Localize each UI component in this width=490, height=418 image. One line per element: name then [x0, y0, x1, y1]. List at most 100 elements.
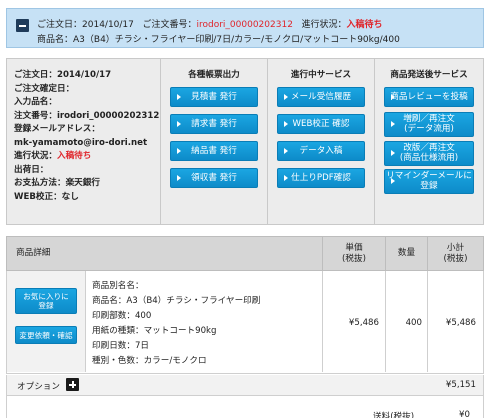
- status-badge: 入稿待ち: [346, 20, 383, 30]
- info-submitter: 入力品名：: [14, 97, 57, 107]
- th-detail-label: 商品詳細: [16, 248, 51, 258]
- info-confirm-date: ご注文確定日：: [14, 83, 75, 94]
- web-proof-button[interactable]: WEB校正 確認: [277, 114, 365, 134]
- arrow-right-icon: [391, 150, 395, 156]
- change-request-label: 変更依頼・確認: [19, 330, 73, 340]
- receipt-button-label: 領収書 発行: [191, 173, 237, 183]
- arrow-right-icon: [177, 94, 181, 100]
- info-web-proof: WEB校正：なし: [14, 191, 79, 202]
- order-header-line2: 商品名：A3（B4）チラシ・フライヤー印刷/7日/カラー/モノクロ/マットコート…: [37, 32, 400, 45]
- info-order-no: 注文番号：irodori_00000202312: [14, 110, 160, 121]
- order-header-line1: ご注文日：2014/10/17 ご注文番号：irodori_0000020231…: [37, 17, 383, 30]
- shipping-row: 送料(税抜) ¥0: [6, 396, 484, 418]
- th-unit-price: 単価 (税抜): [323, 237, 385, 270]
- order-header-bar: ご注文日：2014/10/17 ご注文番号：irodori_0000020231…: [6, 8, 484, 48]
- arrow-right-icon: [391, 94, 395, 100]
- estimate-button-label: 見積書 発行: [191, 92, 237, 102]
- arrow-right-icon: [391, 178, 395, 184]
- reprint-data-button[interactable]: 増刷／再注文 (データ流用): [384, 112, 474, 137]
- info-order-date: ご注文日：2014/10/17: [14, 70, 112, 80]
- order-info-list: ご注文日：2014/10/17 ご注文確定日： 入力品名： 注文番号：irodo…: [14, 69, 162, 204]
- order-no: irodori_00000202312: [196, 20, 293, 30]
- products-table-header: 商品詳細 単価 (税抜) 数量 小計 (税抜): [6, 236, 484, 271]
- arrow-right-icon: [284, 148, 288, 154]
- order-date-label: ご注文日：: [37, 20, 83, 30]
- add-favorite-button[interactable]: お気に入りに 登録: [15, 288, 77, 314]
- collapse-toggle-icon[interactable]: [16, 19, 29, 32]
- info-status-value: 入稿待ち: [56, 151, 92, 161]
- option-row: オプション ¥5,151: [6, 375, 484, 396]
- shipping-label: 送料(税抜): [373, 412, 415, 418]
- receipt-button[interactable]: 領収書 発行: [170, 168, 258, 188]
- plus-icon[interactable]: [66, 378, 79, 391]
- docs-column-title: 各種帳票出力: [188, 70, 240, 80]
- th-subtotal: 小計 (税抜): [428, 237, 483, 270]
- th-unit-price-label: 単価: [345, 242, 363, 253]
- delivery-note-button[interactable]: 納品書 発行: [170, 141, 258, 161]
- change-request-button[interactable]: 変更依頼・確認: [15, 326, 77, 344]
- mail-history-button-label: メール受信履歴: [290, 92, 352, 102]
- post-review-button-label: 商品レビューを投稿: [390, 92, 468, 102]
- unit-price: ¥5,486: [348, 318, 379, 328]
- delivery-note-button-label: 納品書 発行: [191, 146, 237, 156]
- table-row: お気に入りに 登録 変更依頼・確認 商品別名名： 商品名：A3（B4）チラシ・フラ…: [6, 271, 484, 374]
- info-email: mk-yamamoto@iro-dori.net: [14, 137, 148, 148]
- th-unit-price-sublabel: (税抜): [342, 253, 366, 264]
- add-favorite-sublabel: 登録: [38, 301, 54, 310]
- order-info-panel: ご注文日：2014/10/17 ご注文確定日： 入力品名： 注文番号：irodo…: [6, 58, 484, 225]
- progress-column-title: 進行中サービス: [290, 70, 352, 80]
- th-subtotal-label: 小計: [446, 242, 465, 253]
- revise-reorder-button[interactable]: 改版／再注文 (商品仕様流用): [384, 141, 474, 166]
- product-name-label: 商品名：: [37, 35, 74, 45]
- th-subtotal-sublabel: (税抜): [443, 253, 468, 264]
- quantity: 400: [405, 318, 422, 328]
- detail-name: 商品名：A3（B4）チラシ・フライヤー印刷: [92, 296, 261, 306]
- product-name: A3（B4）チラシ・フライヤー印刷/7日/カラー/モノクロ/マットコート90kg…: [73, 35, 400, 45]
- web-proof-button-label: WEB校正 確認: [292, 119, 350, 129]
- detail-paper: 用紙の種類：マットコート90kg: [92, 326, 217, 336]
- product-details: 商品別名名： 商品名：A3（B4）チラシ・フライヤー印刷 印刷部数：400 用紙…: [92, 279, 260, 369]
- mail-history-button[interactable]: メール受信履歴: [277, 87, 365, 107]
- info-status: 進行状況：入稿待ち: [14, 150, 162, 164]
- arrow-right-icon: [284, 94, 288, 100]
- arrow-right-icon: [177, 148, 181, 154]
- info-status-label: 進行状況：: [14, 151, 57, 161]
- status-label: 進行状況：: [301, 20, 347, 30]
- order-date: 2014/10/17: [82, 20, 134, 30]
- shipping-value: ¥0: [459, 410, 470, 418]
- subtotal: ¥5,486: [445, 318, 476, 328]
- post-review-button[interactable]: 商品レビューを投稿: [384, 87, 474, 107]
- reminder-mail-button[interactable]: リマインダーメールに 登録: [384, 169, 474, 194]
- arrow-right-icon: [284, 121, 288, 127]
- final-pdf-button[interactable]: 仕上りPDF確認: [277, 168, 365, 188]
- th-qty: 数量: [386, 237, 427, 270]
- option-label: オプション: [17, 382, 60, 392]
- th-detail: 商品詳細: [16, 237, 76, 270]
- invoice-button-label: 請求書 発行: [191, 119, 237, 129]
- revise-reorder-button-sublabel: (商品仕様流用): [399, 152, 459, 163]
- add-favorite-label: お気に入りに: [23, 292, 69, 301]
- invoice-button[interactable]: 請求書 発行: [170, 114, 258, 134]
- info-email-label: 登録メールアドレス：: [14, 124, 100, 134]
- after-ship-column: 商品発送後サービス 商品レビューを投稿 増刷／再注文 (データ流用) 改版／再注文…: [375, 59, 483, 224]
- estimate-button[interactable]: 見積書 発行: [170, 87, 258, 107]
- info-payment: お支払方法：楽天銀行: [14, 178, 100, 188]
- data-upload-button-label: データ入稿: [299, 146, 343, 156]
- detail-alias: 商品別名名：: [92, 281, 144, 291]
- th-qty-label: 数量: [397, 248, 416, 258]
- after-ship-column-title: 商品発送後サービス: [390, 70, 468, 80]
- arrow-right-icon: [391, 121, 395, 127]
- row-actions-cell: お気に入りに 登録 変更依頼・確認: [7, 271, 86, 372]
- progress-column: 進行中サービス メール受信履歴 WEB校正 確認 データ入稿 仕上りPDF確認: [268, 59, 374, 224]
- info-ship-date: 出荷日：: [14, 164, 49, 175]
- detail-days: 印刷日数：7日: [92, 341, 150, 351]
- docs-column: 各種帳票出力 見積書 発行 請求書 発行 納品書 発行 領収書 発行: [161, 59, 267, 224]
- reminder-mail-button-sublabel: 登録: [420, 180, 438, 191]
- detail-copies: 印刷部数：400: [92, 311, 152, 321]
- final-pdf-button-label: 仕上りPDF確認: [291, 173, 351, 183]
- arrow-right-icon: [177, 175, 181, 181]
- arrow-right-icon: [177, 121, 181, 127]
- detail-color: 種別・色数：カラー/モノクロ: [92, 356, 207, 366]
- option-total: ¥5,151: [445, 380, 476, 390]
- data-upload-button[interactable]: データ入稿: [277, 141, 365, 161]
